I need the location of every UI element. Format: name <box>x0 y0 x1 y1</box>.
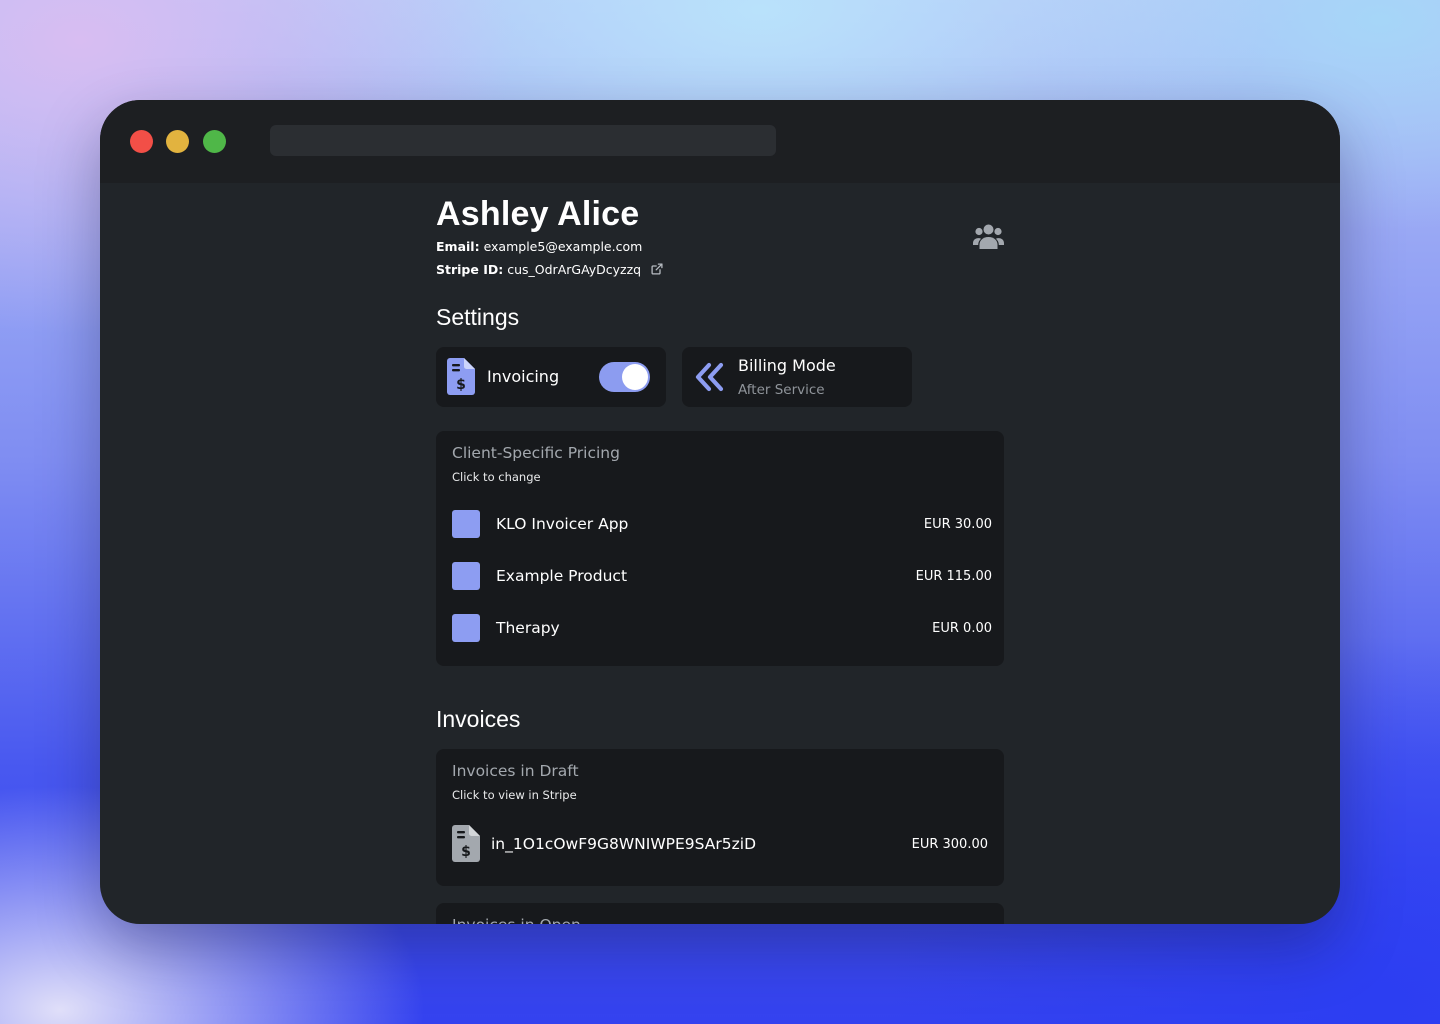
product-name: Therapy <box>496 619 560 637</box>
open-invoices-panel: Invoices in Open <box>436 903 1004 924</box>
invoice-amount: EUR 300.00 <box>911 837 988 852</box>
client-email: example5@example.com <box>483 239 643 254</box>
pricing-panel-title: Client-Specific Pricing <box>452 444 620 462</box>
window-minimize-button[interactable] <box>166 130 189 153</box>
settings-title: Settings <box>436 304 520 330</box>
pricing-row-example-product[interactable]: Example Product EUR 115.00 <box>436 556 1004 596</box>
draft-invoices-title: Invoices in Draft <box>452 762 579 780</box>
pricing-row-klo-invoicer-app[interactable]: KLO Invoicer App EUR 30.00 <box>436 504 1004 544</box>
draft-invoices-hint: Click to view in Stripe <box>452 788 577 802</box>
file-invoice-dollar-icon: $ <box>452 825 480 866</box>
invoice-id: in_1O1cOwF9G8WNIWPE9SAr5ziD <box>491 835 757 853</box>
file-invoice-dollar-icon: $ <box>447 358 475 399</box>
window-titlebar <box>100 100 1340 183</box>
stripe-id-label: Stripe ID: <box>436 262 504 277</box>
invoicing-toggle-knob <box>622 364 648 390</box>
client-name: Ashley Alice <box>436 195 640 233</box>
client-pricing-panel: Client-Specific Pricing Click to change … <box>436 431 1004 666</box>
draft-invoices-panel: Invoices in Draft Click to view in Strip… <box>436 749 1004 886</box>
address-bar[interactable] <box>270 125 776 156</box>
svg-text:$: $ <box>461 844 471 860</box>
product-name: KLO Invoicer App <box>496 515 629 533</box>
invoicing-label: Invoicing <box>487 367 560 386</box>
email-label: Email: <box>436 239 480 254</box>
billing-mode-title: Billing Mode <box>738 356 836 375</box>
external-link-icon[interactable] <box>651 263 663 278</box>
product-price: EUR 0.00 <box>932 621 992 636</box>
product-price: EUR 30.00 <box>923 517 992 532</box>
product-color-swatch <box>452 510 480 538</box>
client-email-line: Email: example5@example.com <box>436 239 642 254</box>
invoicing-setting-card: $ Invoicing <box>436 347 666 407</box>
window-close-button[interactable] <box>130 130 153 153</box>
window-maximize-button[interactable] <box>203 130 226 153</box>
product-color-swatch <box>452 614 480 642</box>
double-chevron-left-icon <box>693 361 725 397</box>
pricing-panel-hint: Click to change <box>452 470 541 484</box>
pricing-row-therapy[interactable]: Therapy EUR 0.00 <box>436 608 1004 648</box>
product-name: Example Product <box>496 567 628 585</box>
invoice-row[interactable]: $ in_1O1cOwF9G8WNIWPE9SAr5ziD EUR 300.00 <box>436 824 1004 864</box>
client-stripe-line: Stripe ID: cus_OdrArGAyDcyzzq <box>436 262 663 278</box>
invoicing-toggle[interactable] <box>599 362 650 392</box>
users-icon[interactable] <box>973 223 1004 253</box>
browser-window: Ashley Alice Email: example5@example.com… <box>100 100 1340 924</box>
open-invoices-title: Invoices in Open <box>452 916 581 924</box>
product-color-swatch <box>452 562 480 590</box>
invoices-title: Invoices <box>436 706 521 732</box>
billing-mode-card[interactable]: Billing Mode After Service <box>682 347 912 407</box>
billing-mode-value: After Service <box>738 382 825 398</box>
client-stripe-id: cus_OdrArGAyDcyzzq <box>507 262 642 277</box>
client-detail-page: Ashley Alice Email: example5@example.com… <box>436 183 1004 924</box>
product-price: EUR 115.00 <box>915 569 992 584</box>
svg-text:$: $ <box>456 377 466 393</box>
